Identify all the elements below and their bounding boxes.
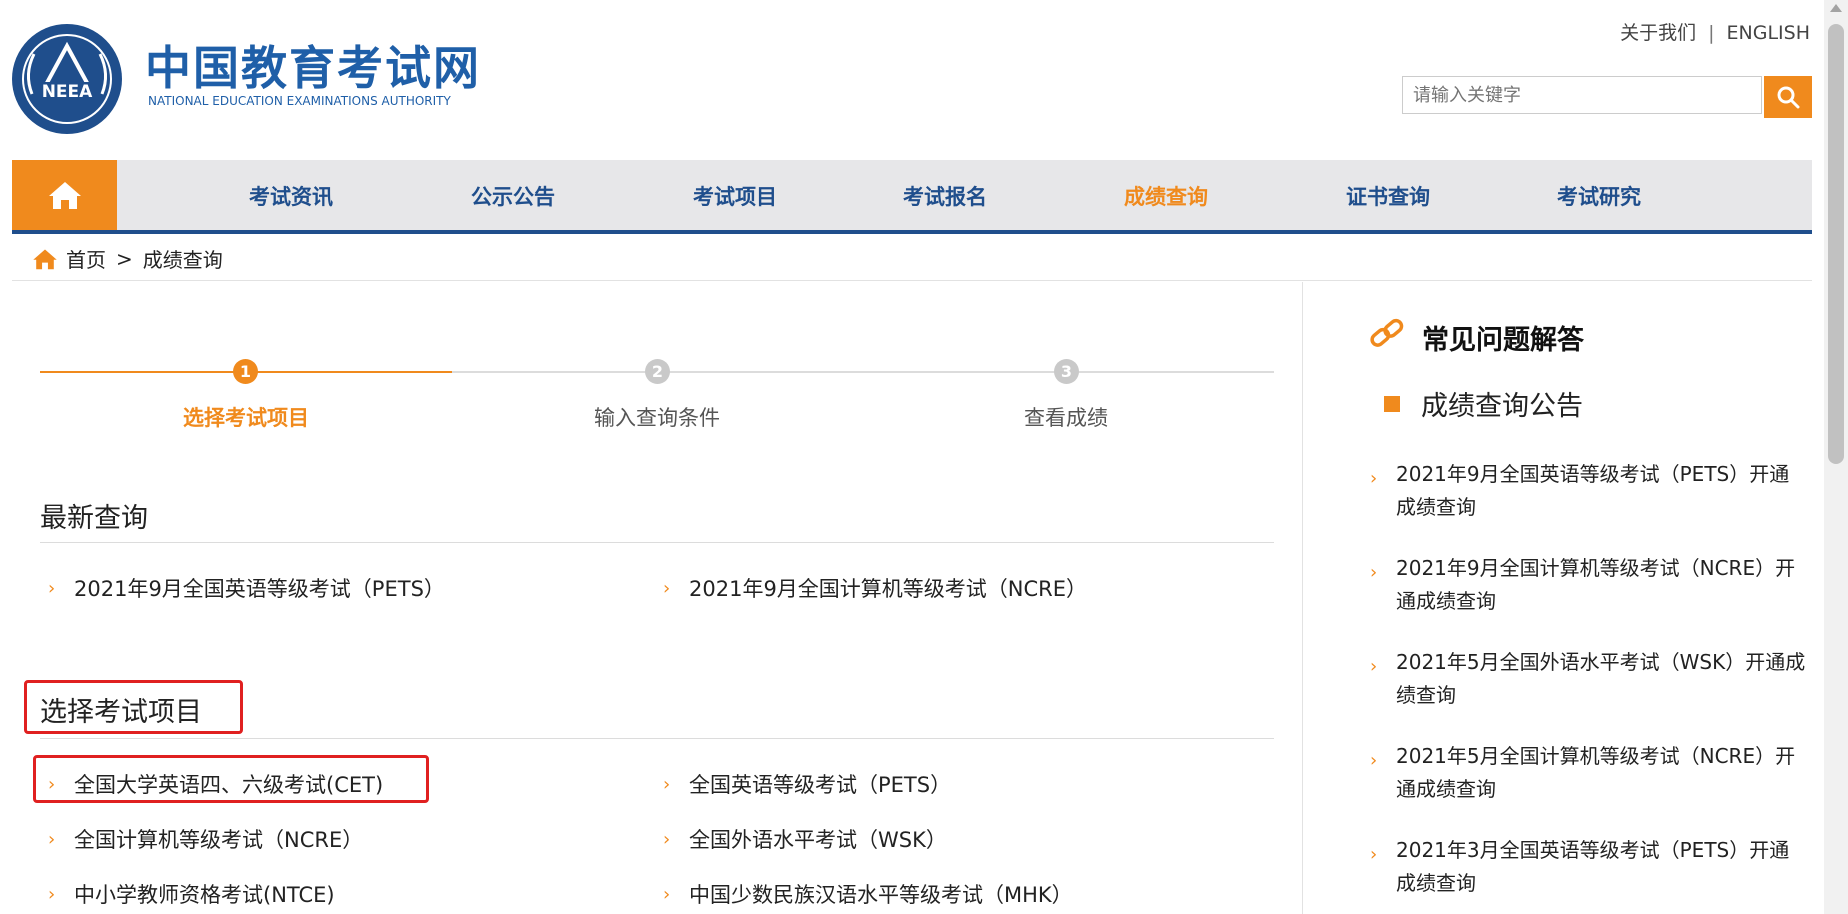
notice-item[interactable]: › 2021年5月全国计算机等级考试（NCRE）开通成绩查询 — [1370, 740, 1810, 806]
latest-item-label: 2021年9月全国计算机等级考试（NCRE） — [689, 577, 1088, 601]
chevron-right-icon: › — [663, 773, 671, 795]
notice-item[interactable]: › 2021年9月全国计算机等级考试（NCRE）开通成绩查询 — [1370, 552, 1810, 618]
english-link[interactable]: ENGLISH — [1727, 22, 1810, 44]
search-button[interactable] — [1764, 76, 1812, 118]
step-1-label: 选择考试项目 — [183, 406, 309, 430]
latest-section-title: 最新查询 — [40, 503, 148, 534]
exam-item-mhk[interactable]: › 中国少数民族汉语水平等级考试（MHK） — [663, 879, 1073, 909]
breadcrumb: 首页 > 成绩查询 — [32, 244, 223, 273]
exam-item-ntce[interactable]: › 中小学教师资格考试(NTCE) — [48, 879, 335, 909]
step-progress-remaining — [452, 371, 1274, 373]
notice-square-icon — [1384, 396, 1400, 412]
main-nav: 考试资讯 公示公告 考试项目 考试报名 成绩查询 证书查询 考试研究 — [12, 160, 1812, 234]
breadcrumb-current: 成绩查询 — [142, 248, 223, 272]
nav-item-announcements[interactable]: 公示公告 — [471, 181, 555, 211]
top-links: 关于我们 | ENGLISH — [1620, 18, 1810, 45]
chevron-right-icon: › — [663, 577, 671, 599]
notice-item-label: 2021年9月全国英语等级考试（PETS）开通成绩查询 — [1396, 462, 1790, 519]
scrollbar-thumb[interactable] — [1828, 24, 1844, 464]
chevron-right-icon: › — [48, 883, 56, 905]
about-link[interactable]: 关于我们 — [1620, 18, 1696, 45]
chevron-right-icon: › — [1370, 468, 1378, 489]
step-2-label: 输入查询条件 — [594, 406, 720, 430]
notice-item-label: 2021年5月全国计算机等级考试（NCRE）开通成绩查询 — [1396, 744, 1796, 801]
breadcrumb-home-link[interactable]: 首页 — [66, 244, 106, 273]
nav-home-button[interactable] — [12, 160, 117, 230]
chevron-right-icon: › — [1370, 656, 1378, 677]
breadcrumb-separator: > — [116, 246, 133, 271]
chevron-right-icon: › — [1370, 562, 1378, 583]
step-1-number: 1 — [233, 359, 258, 384]
column-divider — [1302, 282, 1303, 914]
latest-item-pets[interactable]: › 2021年9月全国英语等级考试（PETS） — [48, 573, 445, 603]
nav-item-exam-research[interactable]: 考试研究 — [1557, 181, 1641, 211]
search-input[interactable] — [1402, 76, 1762, 114]
page: NEEA 中国教育考试网 NATIONAL EDUCATION EXAMINAT… — [0, 0, 1848, 914]
exam-item-label: 中国少数民族汉语水平等级考试（MHK） — [689, 883, 1073, 907]
logo-emblem-icon: NEEA — [14, 26, 120, 132]
breadcrumb-divider — [12, 280, 1812, 281]
brand-title[interactable]: 中国教育考试网 — [145, 40, 481, 96]
search-box — [1402, 76, 1812, 118]
logo-text: NEEA — [42, 82, 93, 102]
nav-item-exam-news[interactable]: 考试资讯 — [249, 181, 333, 211]
select-section-divider — [40, 738, 1274, 739]
chevron-right-icon: › — [48, 577, 56, 599]
nav-item-score-query[interactable]: 成绩查询 — [1124, 181, 1208, 211]
faq-title: 常见问题解答 — [1422, 325, 1584, 356]
chevron-right-icon: › — [1370, 750, 1378, 771]
neea-logo[interactable]: NEEA — [12, 24, 122, 134]
exam-item-label: 全国计算机等级考试（NCRE） — [74, 828, 364, 852]
link-icon — [1370, 318, 1404, 347]
notice-item-label: 2021年9月全国计算机等级考试（NCRE）开通成绩查询 — [1396, 556, 1796, 613]
notice-item[interactable]: › 2021年9月全国英语等级考试（PETS）开通成绩查询 — [1370, 458, 1810, 524]
search-icon — [1777, 86, 1800, 109]
notice-item[interactable]: › 2021年3月全国英语等级考试（PETS）开通成绩查询 — [1370, 834, 1810, 900]
select-section-title: 选择考试项目 — [40, 697, 202, 728]
exam-item-pets[interactable]: › 全国英语等级考试（PETS） — [663, 769, 951, 799]
breadcrumb-home-icon — [33, 248, 57, 269]
notice-item[interactable]: › 2021年5月全国外语水平考试（WSK）开通成绩查询 — [1370, 646, 1810, 712]
nav-item-certificate-query[interactable]: 证书查询 — [1346, 181, 1430, 211]
brand-subtitle: NATIONAL EDUCATION EXAMINATIONS AUTHORIT… — [148, 94, 451, 108]
exam-item-label: 全国大学英语四、六级考试(CET) — [74, 773, 384, 797]
step-3-number: 3 — [1054, 359, 1079, 384]
home-icon — [48, 182, 81, 209]
notice-item-label: 2021年5月全国外语水平考试（WSK）开通成绩查询 — [1396, 650, 1806, 707]
exam-item-wsk[interactable]: › 全国外语水平考试（WSK） — [663, 824, 947, 854]
scrollbar[interactable] — [1824, 0, 1848, 914]
notice-title[interactable]: 成绩查询公告 — [1421, 384, 1583, 423]
scroll-up-arrow-icon[interactable] — [1830, 4, 1842, 12]
chevron-right-icon: › — [48, 828, 56, 850]
exam-item-label: 全国英语等级考试（PETS） — [689, 773, 952, 797]
latest-item-ncre[interactable]: › 2021年9月全国计算机等级考试（NCRE） — [663, 573, 1087, 603]
exam-item-label: 中小学教师资格考试(NTCE) — [74, 883, 335, 907]
chevron-right-icon: › — [663, 828, 671, 850]
nav-item-exam-projects[interactable]: 考试项目 — [693, 181, 777, 211]
chevron-right-icon: › — [663, 883, 671, 905]
chevron-right-icon: › — [1370, 844, 1378, 865]
step-2-number: 2 — [645, 359, 670, 384]
nav-item-registration[interactable]: 考试报名 — [903, 181, 987, 211]
latest-item-label: 2021年9月全国英语等级考试（PETS） — [74, 577, 445, 601]
exam-item-ncre[interactable]: › 全国计算机等级考试（NCRE） — [48, 824, 363, 854]
exam-item-label: 全国外语水平考试（WSK） — [689, 828, 947, 852]
step-3-label: 查看成绩 — [1024, 406, 1108, 430]
top-link-separator: | — [1708, 22, 1715, 44]
exam-item-cet[interactable]: › 全国大学英语四、六级考试(CET) — [48, 769, 383, 799]
latest-section-divider — [40, 542, 1274, 543]
chevron-right-icon: › — [48, 773, 56, 795]
notice-item-label: 2021年3月全国英语等级考试（PETS）开通成绩查询 — [1396, 838, 1790, 895]
